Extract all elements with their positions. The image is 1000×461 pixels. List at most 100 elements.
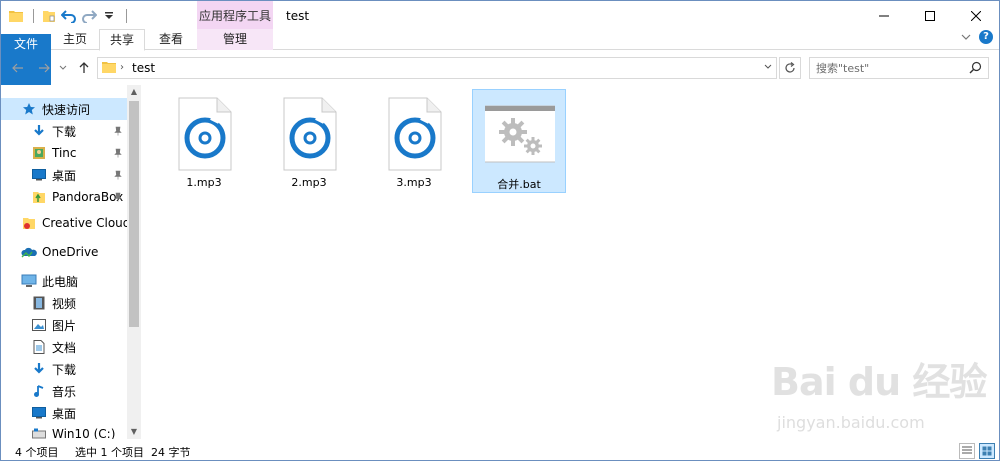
customize-qat-icon[interactable] <box>100 7 118 25</box>
pin-icon[interactable] <box>113 125 123 139</box>
file-item[interactable]: 1.mp3 <box>157 90 251 194</box>
scroll-down-icon[interactable]: ▼ <box>127 425 141 439</box>
close-button[interactable] <box>953 1 999 31</box>
minimize-button[interactable] <box>861 1 907 31</box>
folder-icon[interactable] <box>7 7 25 25</box>
nav-item-creative-cloud[interactable]: Creative Cloud F <box>1 212 127 234</box>
address-bar[interactable]: › test <box>97 57 777 79</box>
nav-item-quick-access[interactable]: 快速访问 <box>1 98 127 120</box>
desktop-icon <box>31 405 47 421</box>
address-row: › test <box>1 53 999 83</box>
folder-icon <box>102 61 116 76</box>
scroll-up-icon[interactable]: ▲ <box>127 85 141 99</box>
tab-manage[interactable]: 管理 <box>197 29 273 50</box>
nav-item-label: 下载 <box>52 124 77 139</box>
nav-item-downloads-pc[interactable]: 下载 <box>1 358 127 380</box>
nav-item-downloads[interactable]: 下载 <box>1 120 127 142</box>
music-disc-icon <box>178 97 232 171</box>
file-name: 3.mp3 <box>396 176 432 189</box>
properties-folder-icon[interactable] <box>40 7 58 25</box>
nav-item-label: 视频 <box>52 296 77 311</box>
nav-item-videos[interactable]: 视频 <box>1 292 127 314</box>
file-name: 2.mp3 <box>291 176 327 189</box>
large-icons-view-button[interactable] <box>979 443 995 459</box>
expand-ribbon-icon[interactable] <box>961 30 971 44</box>
redo-icon[interactable] <box>80 7 98 25</box>
context-tab-group-title: 应用程序工具 <box>197 1 273 31</box>
music-disc-icon <box>388 97 442 171</box>
pin-icon[interactable] <box>113 147 123 161</box>
address-path: › test <box>120 58 155 78</box>
back-button[interactable] <box>9 59 27 77</box>
pin-icon[interactable] <box>113 191 123 205</box>
video-icon <box>31 295 47 311</box>
qat-divider-2 <box>126 9 127 23</box>
nav-item-pandorabox[interactable]: PandoraBox <box>1 186 127 208</box>
nav-item-pictures[interactable]: 图片 <box>1 314 127 336</box>
download-arrow-icon <box>31 361 47 377</box>
file-item[interactable]: 3.mp3 <box>367 90 461 194</box>
up-button[interactable] <box>75 59 93 77</box>
refresh-button[interactable] <box>779 57 801 79</box>
nav-item-drive-c[interactable]: Win10 (C:) <box>1 423 127 439</box>
details-view-icon <box>962 446 972 454</box>
nav-item-label: 桌面 <box>52 168 77 183</box>
nav-item-onedrive[interactable]: OneDrive <box>1 241 127 263</box>
file-item-selected[interactable]: 合并.bat <box>472 89 566 193</box>
view-switcher <box>955 443 995 459</box>
pin-icon[interactable] <box>113 169 123 183</box>
nav-item-label: Creative Cloud F <box>42 216 127 230</box>
qat-divider <box>33 9 34 23</box>
nav-item-desktop[interactable]: 桌面 <box>1 164 127 186</box>
nav-item-this-pc[interactable]: 此电脑 <box>1 270 127 292</box>
navigation-pane: 快速访问 下载 Tinc 桌面 PandoraBox Creative Clou… <box>1 85 141 439</box>
status-selected-count: 选中 1 个项目 <box>75 446 144 459</box>
forward-button[interactable] <box>35 59 53 77</box>
nav-item-label: 桌面 <box>52 406 77 421</box>
download-arrow-icon <box>31 123 47 139</box>
file-list: 1.mp3 2.mp3 3.mp3 合并.bat <box>143 85 999 439</box>
status-size: 24 字节 <box>151 446 191 459</box>
breadcrumb-item[interactable]: test <box>132 58 155 78</box>
refresh-icon <box>785 62 795 73</box>
search-icon[interactable] <box>969 61 982 77</box>
search-input[interactable] <box>816 60 966 76</box>
status-bar: 4 个项目 选中 1 个项目 24 字节 <box>1 441 999 460</box>
undo-icon[interactable] <box>60 7 78 25</box>
folder-green-icon <box>31 189 47 205</box>
tab-share[interactable]: 共享 <box>99 29 145 51</box>
computer-icon <box>21 273 37 289</box>
creative-cloud-icon <box>21 215 37 231</box>
details-view-button[interactable] <box>959 443 975 459</box>
breadcrumb-chevron-icon[interactable]: › <box>120 58 124 78</box>
drive-icon <box>31 426 47 439</box>
nav-item-tinc[interactable]: Tinc <box>1 142 127 164</box>
nav-item-music[interactable]: 音乐 <box>1 380 127 402</box>
nav-item-label: 图片 <box>52 318 77 333</box>
search-box[interactable] <box>809 57 989 79</box>
ribbon-tabs: 文件 主页 共享 查看 管理 ? <box>1 29 999 138</box>
nav-scrollbar[interactable]: ▲ ▼ <box>127 85 141 439</box>
file-name: 1.mp3 <box>186 176 222 189</box>
chevron-down-icon[interactable] <box>764 58 772 78</box>
folder-image-icon <box>31 145 47 161</box>
help-icon[interactable]: ? <box>979 30 993 44</box>
nav-item-label: 此电脑 <box>42 274 79 289</box>
window-title: test <box>286 9 310 23</box>
nav-item-label: 文档 <box>52 340 77 355</box>
nav-item-documents[interactable]: 文档 <box>1 336 127 358</box>
file-item[interactable]: 2.mp3 <box>262 90 356 194</box>
maximize-button[interactable] <box>907 1 953 31</box>
tab-view[interactable]: 查看 <box>147 29 195 50</box>
batch-gears-icon <box>485 105 555 163</box>
nav-item-desktop-pc[interactable]: 桌面 <box>1 402 127 424</box>
recent-locations-icon[interactable] <box>57 59 69 77</box>
documents-icon <box>31 339 47 355</box>
nav-item-label: 下载 <box>52 362 77 377</box>
title-bar: 应用程序工具 test <box>1 1 999 31</box>
scrollbar-thumb[interactable] <box>129 101 139 327</box>
pictures-icon <box>31 317 47 333</box>
nav-item-label: Win10 (C:) <box>52 427 116 439</box>
tab-home[interactable]: 主页 <box>53 29 97 50</box>
onedrive-icon <box>21 244 37 260</box>
